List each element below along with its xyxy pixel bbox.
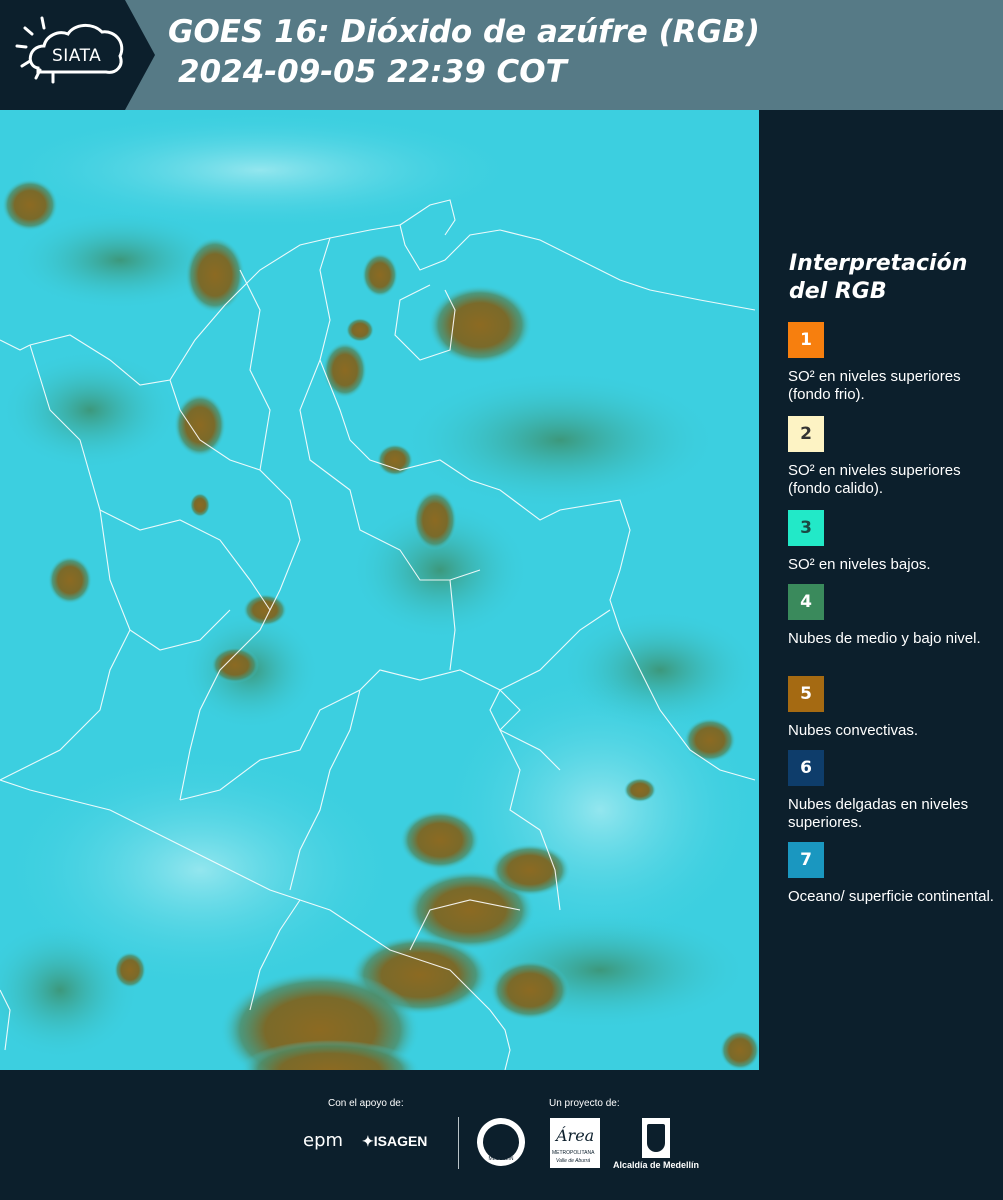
page-timestamp: 2024-09-05 22:39 COT bbox=[178, 54, 567, 90]
legend-item-4: 4 Nubes de medio y bajo nivel. bbox=[788, 584, 998, 648]
page-title: GOES 16: Dióxido de azúfre (RGB) bbox=[168, 14, 760, 50]
epm-logo: epm bbox=[303, 1130, 344, 1151]
legend-label-3: SO² en niveles bajos. bbox=[788, 556, 931, 573]
siata-logo-text: SIATA bbox=[52, 46, 102, 66]
legend-item-1: 1 SO² en niveles superiores (fondo frio)… bbox=[788, 322, 998, 404]
footer-bar: Con el apoyo de: Un proyecto de: epm ✦IS… bbox=[0, 1070, 1003, 1200]
legend-label-2: SO² en niveles superiores (fondo calido)… bbox=[788, 462, 961, 497]
siata-logo: SIATA bbox=[0, 0, 155, 110]
legend-item-6: 6 Nubes delgadas en niveles superiores. bbox=[788, 750, 998, 832]
legend-label-1: SO² en niveles superiores (fondo frio). bbox=[788, 368, 961, 403]
legend-label-4: Nubes de medio y bajo nivel. bbox=[788, 630, 981, 647]
legend-swatch-7: 7 bbox=[788, 842, 824, 878]
legend-item-5: 5 Nubes convectivas. bbox=[788, 676, 998, 740]
legend-swatch-1: 1 bbox=[788, 322, 824, 358]
legend-item-7: 7 Oceano/ superficie continental. bbox=[788, 842, 998, 906]
legend-swatch-3: 3 bbox=[788, 510, 824, 546]
support-label: Con el apoyo de: bbox=[328, 1098, 404, 1109]
legend-item-2: 2 SO² en niveles superiores (fondo calid… bbox=[788, 416, 998, 498]
medellin-seal-icon: MEDELLÍN bbox=[477, 1118, 525, 1166]
legend-panel: Interpretación del RGB 1 SO² en niveles … bbox=[759, 110, 1003, 1070]
alcaldia-shield-icon bbox=[642, 1118, 670, 1158]
isagen-logo-text: ISAGEN bbox=[373, 1133, 428, 1149]
legend-swatch-2: 2 bbox=[788, 416, 824, 452]
area-logo-sub1: METROPOLITANA bbox=[552, 1150, 595, 1156]
legend-title: Interpretación del RGB bbox=[789, 251, 968, 304]
footer-divider bbox=[458, 1117, 459, 1169]
legend-swatch-4: 4 bbox=[788, 584, 824, 620]
legend-label-6: Nubes delgadas en niveles superiores. bbox=[788, 796, 969, 831]
legend-swatch-5: 5 bbox=[788, 676, 824, 712]
isagen-logo: ✦ISAGEN bbox=[362, 1133, 427, 1150]
legend-label-5: Nubes convectivas. bbox=[788, 722, 919, 739]
header-bar: SIATA GOES 16: Dióxido de azúfre (RGB) 2… bbox=[0, 0, 1003, 110]
project-label: Un proyecto de: bbox=[549, 1098, 620, 1109]
isagen-icon: ✦ bbox=[362, 1133, 374, 1149]
seal-text: MEDELLÍN bbox=[488, 1156, 514, 1162]
alcaldia-logo-text: Alcaldía de Medellín bbox=[613, 1160, 700, 1170]
satellite-map[interactable] bbox=[0, 110, 759, 1070]
area-logo-sub2: Valle de Aburrá bbox=[556, 1158, 591, 1164]
legend-item-3: 3 SO² en niveles bajos. bbox=[788, 510, 998, 574]
legend-swatch-6: 6 bbox=[788, 750, 824, 786]
area-logo-word: Área bbox=[556, 1126, 595, 1145]
legend-label-7: Oceano/ superficie continental. bbox=[788, 888, 994, 905]
area-metropolitana-logo: Área METROPOLITANA Valle de Aburrá bbox=[550, 1118, 600, 1168]
